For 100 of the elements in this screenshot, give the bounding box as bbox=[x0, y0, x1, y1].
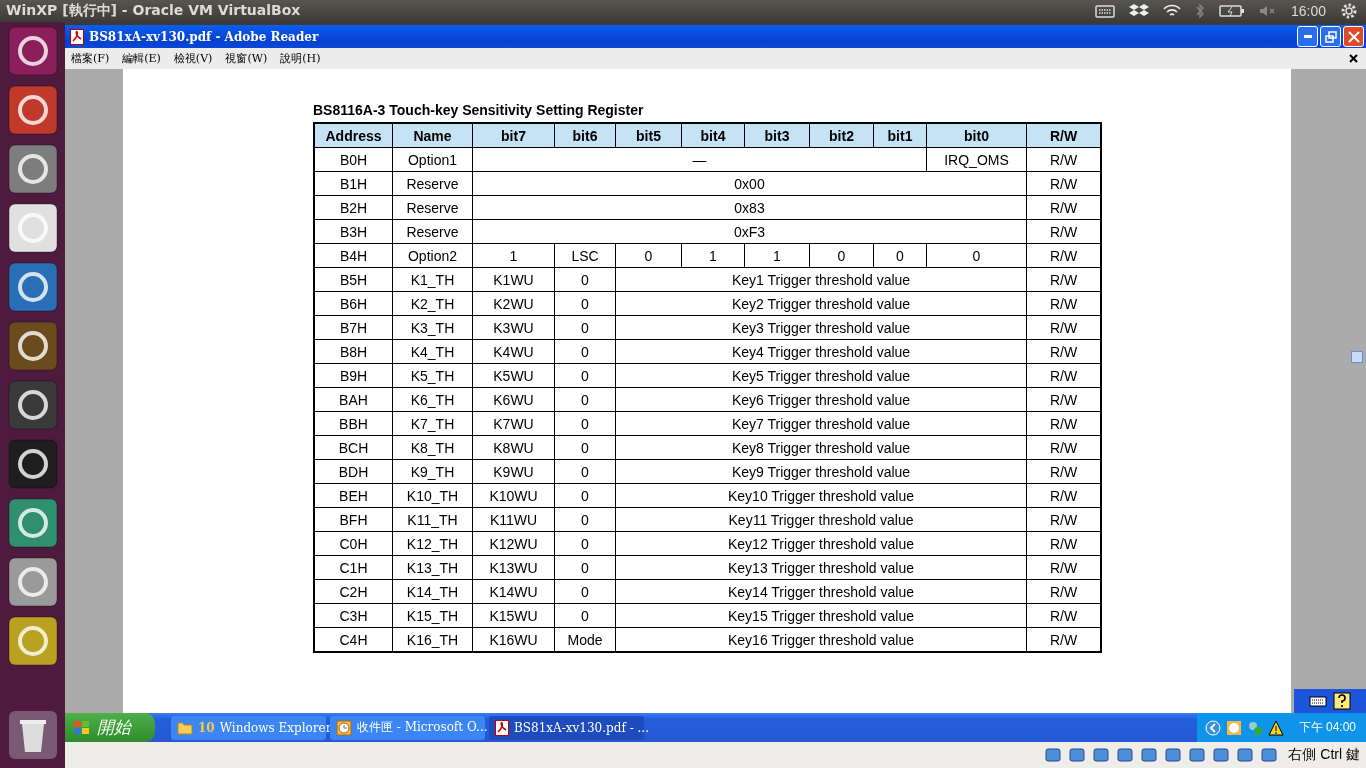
table-cell: K16_TH bbox=[393, 628, 472, 651]
app-tile-icon[interactable] bbox=[7, 85, 58, 135]
table-title: BS8116A-3 Touch-key Sensitivity Setting Register bbox=[313, 102, 645, 120]
table-cell: K13WU bbox=[473, 556, 554, 579]
table-cell: Key13 Trigger threshold value bbox=[616, 556, 1026, 579]
taskbar-button[interactable]: 收件匣 - Microsoft O... bbox=[330, 715, 485, 740]
table-cell: Mode bbox=[555, 628, 615, 651]
restore-button[interactable] bbox=[1320, 26, 1341, 47]
start-button[interactable]: 開始 bbox=[65, 713, 155, 742]
table-cell: R/W bbox=[1027, 268, 1100, 291]
table-cell: BEH bbox=[315, 484, 392, 507]
table-cell: K14WU bbox=[473, 580, 554, 603]
device-status-icon[interactable] bbox=[1068, 746, 1087, 764]
table-cell: 0 bbox=[555, 388, 615, 411]
column-header: bit0 bbox=[927, 124, 1026, 147]
muted-speaker-icon[interactable] bbox=[1258, 4, 1277, 18]
device-status-icon[interactable] bbox=[1044, 746, 1063, 764]
app-tile-icon[interactable] bbox=[7, 380, 58, 430]
table-cell: R/W bbox=[1027, 556, 1100, 579]
clock[interactable]: 16:00 bbox=[1290, 3, 1326, 19]
table-cell: BCH bbox=[315, 436, 392, 459]
table-cell: K3WU bbox=[473, 316, 554, 339]
column-header: Address bbox=[315, 124, 392, 147]
menu-item[interactable]: 檔案(F) bbox=[71, 51, 110, 66]
table-cell: B4H bbox=[315, 244, 392, 267]
close-icon[interactable] bbox=[1349, 54, 1358, 63]
column-header: bit3 bbox=[745, 124, 809, 147]
menu-item[interactable]: 檢視(V) bbox=[173, 51, 213, 66]
close-button[interactable] bbox=[1343, 26, 1364, 47]
table-cell: 0 bbox=[555, 604, 615, 627]
table-cell: 0 bbox=[555, 268, 615, 291]
chevron-left-icon[interactable] bbox=[1204, 719, 1221, 736]
scrollbar-thumb[interactable] bbox=[1351, 351, 1363, 363]
battery-icon[interactable] bbox=[1218, 4, 1245, 18]
table-cell: 0 bbox=[555, 412, 615, 435]
app-tile-icon[interactable] bbox=[7, 557, 58, 607]
table-cell: K5WU bbox=[473, 364, 554, 387]
table-cell: 0 bbox=[555, 292, 615, 315]
table-cell: K10WU bbox=[473, 484, 554, 507]
table-cell: R/W bbox=[1027, 316, 1100, 339]
menu-item[interactable]: 說明(H) bbox=[280, 51, 321, 66]
app-tile-icon[interactable] bbox=[7, 498, 58, 548]
table-cell: 0 bbox=[555, 316, 615, 339]
table-cell: 1 bbox=[745, 244, 809, 267]
device-status-icon[interactable] bbox=[1116, 746, 1135, 764]
table-cell: Key1 Trigger threshold value bbox=[616, 268, 1026, 291]
device-status-icon[interactable] bbox=[1236, 746, 1255, 764]
device-status-icon[interactable] bbox=[1188, 746, 1207, 764]
power-gear-icon[interactable] bbox=[1340, 2, 1358, 20]
table-cell: 0 bbox=[555, 364, 615, 387]
table-cell: Key12 Trigger threshold value bbox=[616, 532, 1026, 555]
table-cell: K6WU bbox=[473, 388, 554, 411]
table-cell: 0 bbox=[555, 508, 615, 531]
table-cell: C0H bbox=[315, 532, 392, 555]
table-cell: R/W bbox=[1027, 436, 1100, 459]
menu-item[interactable]: 視窗(W) bbox=[225, 51, 268, 66]
table-cell: K14_TH bbox=[393, 580, 472, 603]
table-cell: R/W bbox=[1027, 460, 1100, 483]
help-icon[interactable] bbox=[1333, 692, 1351, 710]
table-cell: LSC bbox=[555, 244, 615, 267]
app-tile-icon[interactable] bbox=[7, 262, 58, 312]
table-cell: 0x00 bbox=[473, 172, 1026, 195]
clock-icon[interactable] bbox=[1225, 719, 1242, 736]
table-cell: Reserve bbox=[393, 172, 472, 195]
table-cell: R/W bbox=[1027, 196, 1100, 219]
app-tile-icon[interactable] bbox=[7, 439, 58, 489]
table-cell: K7_TH bbox=[393, 412, 472, 435]
device-status-icon[interactable] bbox=[1140, 746, 1159, 764]
table-cell: K12WU bbox=[473, 532, 554, 555]
table-cell: Key6 Trigger threshold value bbox=[616, 388, 1026, 411]
table-cell: R/W bbox=[1027, 508, 1100, 531]
table-cell: R/W bbox=[1027, 220, 1100, 243]
device-status-icon[interactable] bbox=[1260, 746, 1279, 764]
table-cell: C4H bbox=[315, 628, 392, 651]
app-tile-icon[interactable] bbox=[7, 203, 58, 253]
table-cell: 0xF3 bbox=[473, 220, 1026, 243]
column-header: bit4 bbox=[682, 124, 744, 147]
table-cell: C2H bbox=[315, 580, 392, 603]
table-cell: B7H bbox=[315, 316, 392, 339]
wifi-icon[interactable] bbox=[1162, 4, 1181, 18]
device-status-icon[interactable] bbox=[1092, 746, 1111, 764]
table-cell: K16WU bbox=[473, 628, 554, 651]
device-status-icon[interactable] bbox=[1212, 746, 1231, 764]
app-tile-icon[interactable] bbox=[7, 321, 58, 371]
warning-icon[interactable] bbox=[1267, 719, 1284, 736]
trash-icon[interactable] bbox=[7, 710, 58, 760]
minimize-button[interactable] bbox=[1297, 26, 1318, 47]
app-tile-icon[interactable] bbox=[7, 616, 58, 666]
keyboard-icon[interactable] bbox=[1309, 695, 1327, 707]
table-cell: IRQ_OMS bbox=[927, 148, 1026, 171]
column-header: bit1 bbox=[874, 124, 926, 147]
column-header: R/W bbox=[1027, 124, 1100, 147]
app-tile-icon[interactable] bbox=[7, 26, 58, 76]
device-status-icon[interactable] bbox=[1164, 746, 1183, 764]
table-cell: Key7 Trigger threshold value bbox=[616, 412, 1026, 435]
column-header: bit2 bbox=[810, 124, 873, 147]
app-tile-icon[interactable] bbox=[7, 144, 58, 194]
bluetooth-icon[interactable] bbox=[1194, 3, 1205, 19]
menu-item[interactable]: 編輯(E) bbox=[122, 51, 161, 66]
column-header: bit6 bbox=[555, 124, 615, 147]
